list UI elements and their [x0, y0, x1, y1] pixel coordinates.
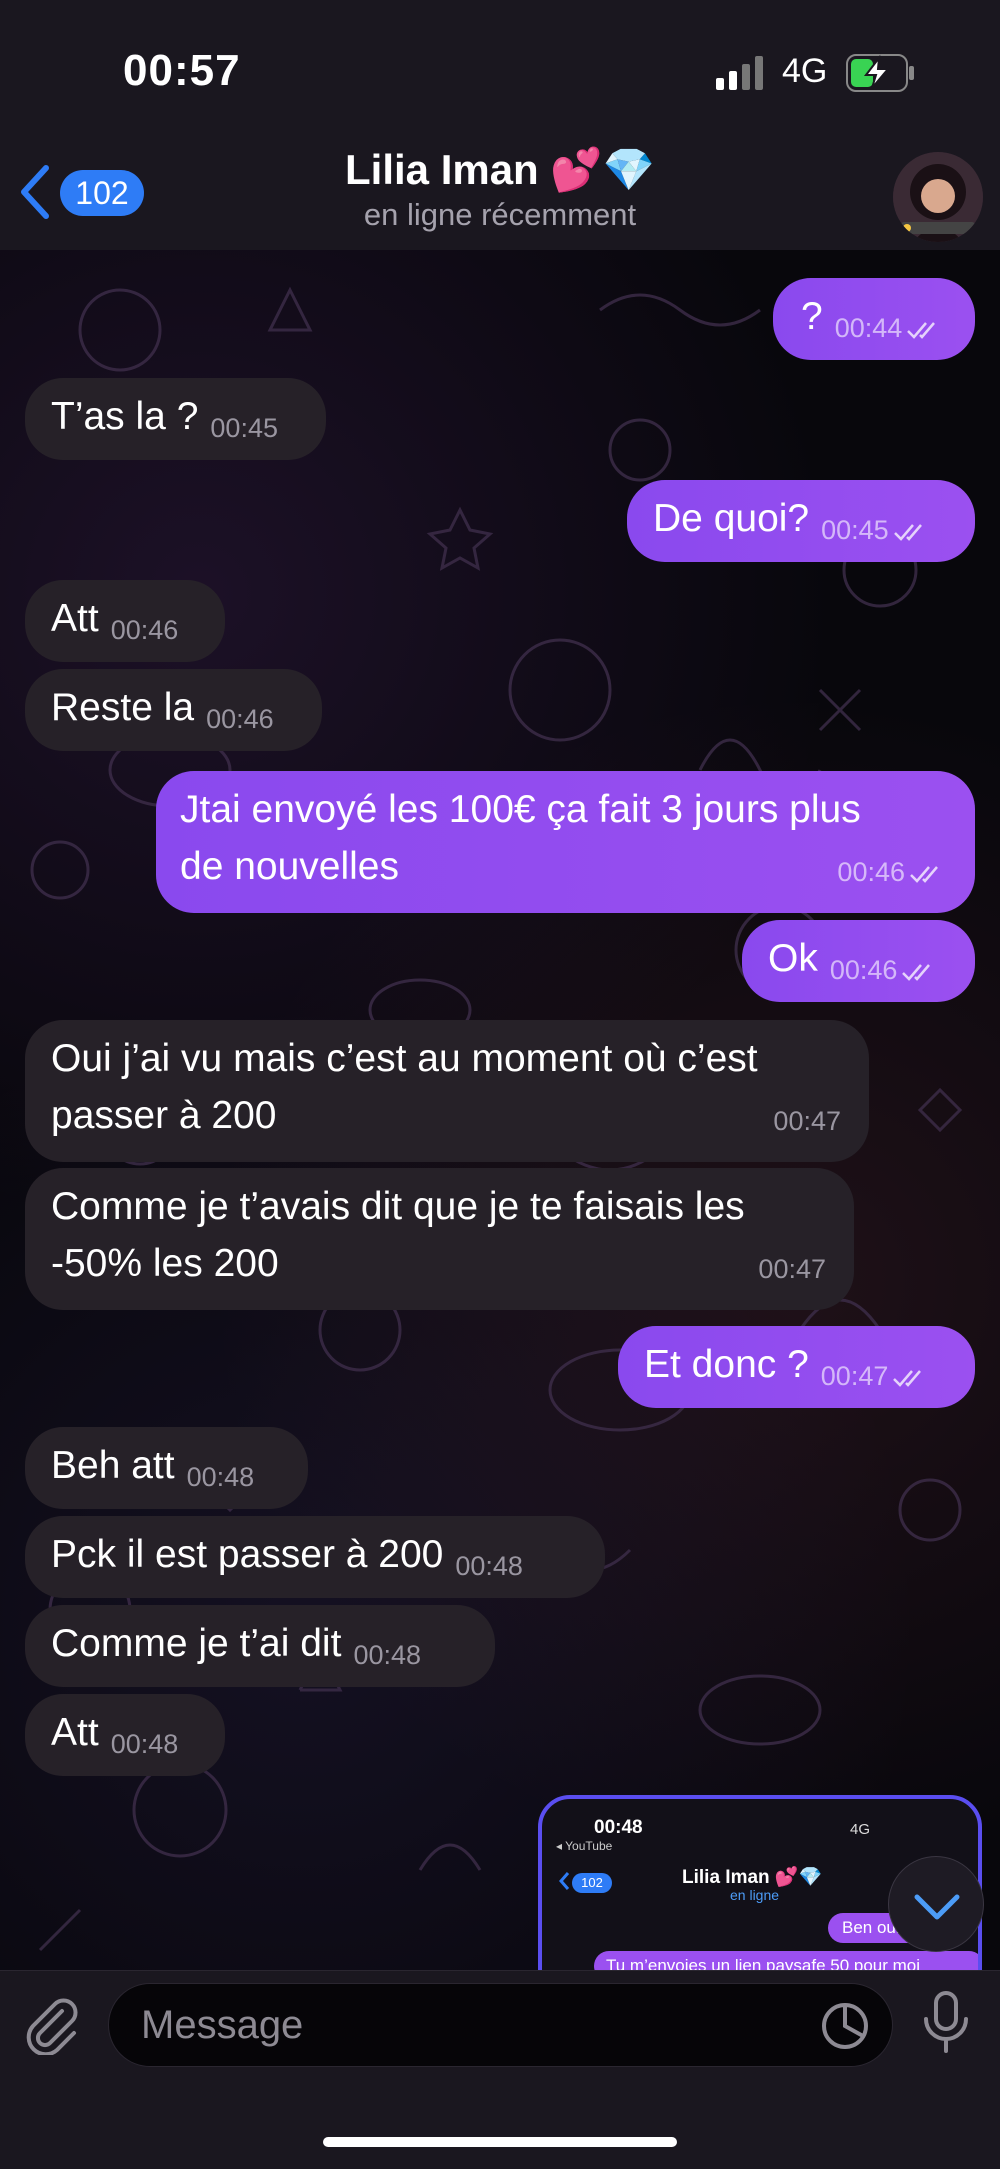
- message-time: 00:46: [206, 704, 274, 734]
- message-text: Comme je t’ai dit: [51, 1622, 342, 1665]
- message-text: Beh att: [51, 1444, 175, 1487]
- message-text: Att: [51, 597, 99, 640]
- message-incoming[interactable]: Comme je t’avais dit que je te faisais l…: [25, 1168, 854, 1310]
- message-incoming[interactable]: T’as la ? 00:45: [25, 378, 326, 460]
- contact-name: Lilia Iman 💕💎: [345, 146, 655, 193]
- clock: 00:57: [123, 46, 241, 95]
- message-time: 00:47: [773, 1106, 841, 1136]
- preview-source-app: ◂ YouTube: [556, 1839, 613, 1853]
- message-input[interactable]: Message: [108, 1983, 893, 2067]
- chat-header: 102 Lilia Iman 💕💎 en ligne récemment: [0, 140, 1000, 251]
- preview-status: en ligne: [730, 1887, 780, 1903]
- sticker-icon[interactable]: [819, 2000, 871, 2052]
- preview-unread-badge: 102: [572, 1873, 612, 1893]
- message-text-line: Oui j’ai vu mais c’est au moment où c’es…: [51, 1037, 758, 1080]
- message-time: 00:46: [830, 955, 940, 985]
- message-placeholder: Message: [141, 2003, 304, 2047]
- message-list[interactable]: ? 00:44 T’as la ? 00:45 De quoi? 00:45 Att 0…: [0, 250, 1000, 1970]
- message-time: 00:45: [210, 413, 278, 443]
- message-outgoing[interactable]: ? 00:44: [773, 278, 975, 360]
- read-checkmarks-icon: [910, 866, 938, 883]
- preview-clock: 00:48: [594, 1817, 643, 1838]
- message-incoming[interactable]: Comme je t’ai dit 00:48: [25, 1605, 495, 1687]
- composer-bar: Message: [0, 1970, 1000, 2169]
- message-time: 00:48: [110, 1729, 179, 1759]
- message-outgoing[interactable]: Jtai envoyé les 100€ ça fait 3 jours plu…: [156, 771, 975, 913]
- chevron-down-icon: [914, 1894, 960, 1920]
- message-text: ?: [801, 295, 823, 338]
- preview-network: 4G: [850, 1821, 871, 1838]
- preview-message: Tu m’envoies un lien paysafe 50 pour moi: [594, 1951, 978, 1970]
- message-outgoing[interactable]: De quoi? 00:45: [627, 480, 975, 562]
- message-text-line: passer à 200: [51, 1094, 277, 1137]
- message-time: 00:46: [837, 844, 947, 901]
- message-text: Ok: [768, 937, 818, 980]
- preview-contact-name: Lilia Iman 💕💎: [682, 1867, 823, 1888]
- message-incoming[interactable]: Oui j’ai vu mais c’est au moment où c’es…: [25, 1020, 869, 1162]
- message-time: 00:48: [353, 1640, 422, 1670]
- message-time: 00:47: [821, 1361, 931, 1391]
- message-text: Et donc ?: [644, 1343, 809, 1386]
- message-time: 00:48: [186, 1462, 255, 1492]
- paperclip-icon[interactable]: [22, 1995, 82, 2055]
- avatar-image: [893, 152, 983, 242]
- message-outgoing[interactable]: Et donc ? 00:47: [618, 1326, 975, 1408]
- message-time: 00:44: [835, 313, 945, 343]
- message-time: 00:46: [110, 615, 179, 645]
- message-incoming[interactable]: Reste la 00:46: [25, 669, 322, 751]
- read-checkmarks-icon: [902, 964, 931, 981]
- battery-charging-icon: [846, 54, 914, 92]
- message-time: 00:45: [821, 515, 931, 545]
- message-text: Reste la: [51, 686, 195, 729]
- preview-back-chevron-icon: [559, 1872, 570, 1890]
- chat-title-area[interactable]: Lilia Iman 💕💎 en ligne récemment: [200, 146, 800, 233]
- microphone-icon[interactable]: [918, 1989, 974, 2055]
- message-text-line: Comme je t’avais dit que je te faisais l…: [51, 1185, 745, 1228]
- status-bar: 00:57 4G: [0, 0, 1000, 140]
- read-checkmarks-icon: [893, 524, 922, 541]
- network-type: 4G: [782, 52, 828, 90]
- last-seen-status: en ligne récemment: [363, 197, 637, 232]
- cellular-signal-icon: [716, 56, 763, 90]
- back-chevron-icon[interactable]: [16, 162, 56, 222]
- read-checkmarks-icon: [893, 1370, 922, 1387]
- message-text-line: Jtai envoyé les 100€ ça fait 3 jours plu…: [180, 788, 861, 831]
- message-incoming[interactable]: Att 00:46: [25, 580, 225, 662]
- home-indicator: [323, 2137, 677, 2147]
- message-text: De quoi?: [653, 497, 810, 540]
- contact-avatar[interactable]: [893, 152, 983, 242]
- message-text: T’as la ?: [51, 395, 199, 438]
- message-text: Att: [51, 1711, 99, 1754]
- message-outgoing[interactable]: Ok 00:46: [742, 920, 975, 1002]
- read-checkmarks-icon: [907, 322, 936, 339]
- message-time: 00:48: [455, 1551, 523, 1581]
- message-text: Pck il est passer à 200: [51, 1533, 444, 1576]
- scroll-to-bottom-button[interactable]: [888, 1856, 984, 1952]
- message-time: 00:47: [758, 1254, 826, 1284]
- message-incoming[interactable]: Beh att 00:48: [25, 1427, 308, 1509]
- message-text-line: -50% les 200: [51, 1242, 279, 1285]
- message-incoming[interactable]: Pck il est passer à 200 00:48: [25, 1516, 605, 1598]
- message-incoming[interactable]: Att 00:48: [25, 1694, 225, 1776]
- unread-count-badge[interactable]: 102: [60, 170, 144, 216]
